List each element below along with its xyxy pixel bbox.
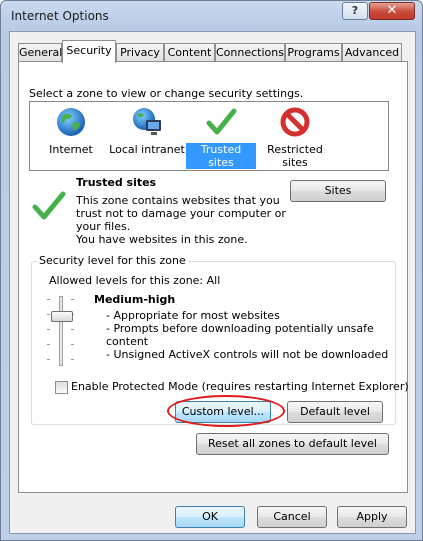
zone-label-line2: sites (282, 156, 308, 169)
slider-tick (71, 344, 74, 345)
tab-general[interactable]: General (18, 43, 62, 62)
cancel-button[interactable]: Cancel (257, 506, 327, 528)
reset-zones-button[interactable]: Reset all zones to default level (196, 433, 389, 455)
slider-tick (47, 344, 50, 345)
internet-options-window: Internet Options ? ✕ General Security Pr… (0, 0, 423, 541)
zone-label-line1: Restricted (267, 143, 323, 156)
apply-button[interactable]: Apply (337, 506, 407, 528)
zone-label: Internet (49, 143, 93, 156)
ok-button[interactable]: OK (175, 506, 245, 528)
group-title: Security level for this zone (37, 254, 188, 267)
zone-desc-line2: trust not to damage your computer or (76, 207, 286, 220)
checkmark-icon (32, 191, 66, 220)
level-name: Medium-high (94, 293, 176, 306)
slider-tick (47, 359, 50, 360)
close-button[interactable]: ✕ (369, 2, 415, 20)
slider-tick (71, 359, 74, 360)
zone-info-title: Trusted sites (76, 176, 157, 189)
security-slider-track[interactable] (59, 296, 63, 366)
level-bullet-2-cont: content (106, 335, 149, 348)
slider-tick (71, 299, 74, 300)
security-slider-thumb[interactable] (51, 311, 73, 322)
tab-content[interactable]: Content (164, 43, 215, 62)
level-bullet-1: - Appropriate for most websites (106, 309, 280, 322)
zone-desc-line1: This zone contains websites that you (76, 194, 280, 207)
default-level-button[interactable]: Default level (287, 401, 383, 423)
annotation-circle (167, 395, 285, 427)
globe-icon (57, 108, 85, 136)
allowed-levels: Allowed levels for this zone: All (49, 274, 221, 287)
zone-internet[interactable]: Internet (36, 106, 106, 156)
zone-restricted-sites[interactable]: Restricted sites (260, 106, 330, 169)
zone-label: Local intranet (109, 143, 185, 156)
zone-instruction: Select a zone to view or change security… (29, 87, 304, 100)
slider-tick (47, 299, 50, 300)
zone-trusted-sites[interactable]: Trusted sites (186, 106, 256, 169)
tab-programs[interactable]: Programs (285, 43, 342, 62)
zone-list: Internet Local intranet Trusted sites Re… (29, 101, 389, 171)
tab-privacy[interactable]: Privacy (116, 43, 164, 62)
slider-tick (71, 329, 74, 330)
protected-mode-checkbox[interactable] (55, 381, 68, 394)
intranet-icon (133, 108, 161, 135)
no-entry-icon (280, 107, 310, 137)
tab-advanced[interactable]: Advanced (342, 43, 402, 62)
zone-desc-line3: your files. (76, 220, 131, 233)
tab-connections[interactable]: Connections (215, 43, 285, 62)
level-bullet-2: - Prompts before downloading potentially… (106, 322, 374, 335)
zone-local-intranet[interactable]: Local intranet (106, 106, 188, 156)
zone-desc-line4: You have websites in this zone. (76, 233, 248, 246)
level-bullet-3: - Unsigned ActiveX controls will not be … (106, 348, 389, 361)
checkmark-icon (206, 108, 237, 135)
slider-tick (47, 314, 50, 315)
protected-mode-label: Enable Protected Mode (requires restarti… (71, 380, 409, 393)
tab-security[interactable]: Security (62, 40, 116, 63)
slider-tick (47, 329, 50, 330)
help-button[interactable]: ? (342, 2, 368, 20)
window-title: Internet Options (11, 9, 109, 23)
zone-label: Trusted sites (186, 143, 256, 169)
sites-button[interactable]: Sites (290, 180, 386, 202)
